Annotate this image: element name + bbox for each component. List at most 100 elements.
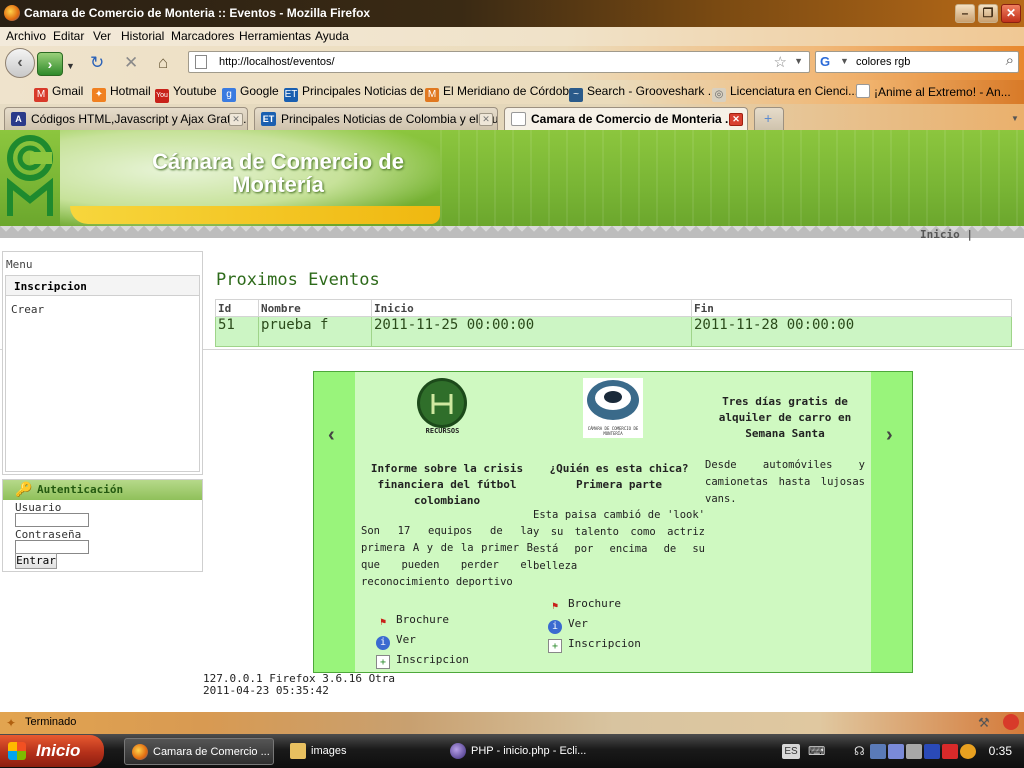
tab-list-dropdown-icon[interactable]: ▼ [1008, 109, 1022, 128]
slide-1-brochure-link[interactable]: ⚑ Brochure [376, 611, 533, 631]
menu-archivo[interactable]: Archivo [6, 29, 46, 43]
carousel-next-arrow-icon[interactable]: › [886, 424, 893, 447]
news-carousel: ‹ › RECURSOS Informe sobre la crisis fin… [313, 371, 913, 673]
bookmark-google[interactable]: g Google [222, 84, 279, 102]
bookmark-gmail[interactable]: M Gmail [34, 84, 83, 102]
firefox-icon [4, 5, 20, 21]
carousel-slide-2[interactable]: CÁMARA DE COMERCIO DE MONTERÍA ¿Quién es… [533, 376, 705, 655]
taskbar-item-eclipse[interactable]: PHP - inicio.php - Ecli... [443, 738, 593, 765]
monitor-icon[interactable] [870, 744, 886, 759]
bookmark-label: Gmail [52, 84, 84, 98]
top-navigation: Inicio | [0, 226, 1024, 241]
search-input[interactable]: colores rgb [856, 56, 910, 68]
table-row[interactable]: 51 prueba f 2011-11-25 00:00:00 2011-11-… [215, 316, 1012, 347]
history-dropdown-icon[interactable]: ▼ [66, 57, 75, 75]
url-dropdown-icon[interactable]: ▼ [794, 56, 803, 66]
bookmark-grooveshark[interactable]: ~ Search - Grooveshark ... [569, 84, 718, 102]
slide-1-ver-link[interactable]: i Ver [376, 631, 533, 651]
google-icon: g [222, 88, 236, 102]
taskbar-item-firefox[interactable]: Camara de Comercio ... [124, 738, 274, 765]
document-add-icon: + [376, 655, 390, 669]
minimize-button[interactable]: – [955, 4, 975, 23]
tab-close-icon[interactable]: ✕ [229, 113, 243, 126]
speaker-icon[interactable] [906, 744, 922, 759]
update-icon[interactable] [960, 744, 976, 759]
taskbar-item-label: images [311, 745, 347, 757]
password-field[interactable] [15, 540, 89, 554]
new-tab-button[interactable]: + [754, 107, 784, 130]
slide-2-brochure-link[interactable]: ⚑ Brochure [548, 595, 705, 615]
language-indicator[interactable]: ES [782, 744, 800, 759]
tray-app-icon[interactable] [888, 744, 904, 759]
browser-statusbar: ✦ Terminado ⚒ [0, 712, 1024, 734]
inicio-link[interactable]: Inicio | [920, 228, 973, 241]
search-icon[interactable]: ⌕ [1006, 52, 1014, 69]
system-tray: ES ⌨ ☊ 0:35 [770, 734, 1024, 768]
menu-marcadores[interactable]: Marcadores [171, 29, 234, 43]
bookmark-star-icon[interactable]: ☆ [774, 53, 787, 71]
addon-icon[interactable]: ⚒ [978, 715, 990, 731]
cell-id: 51 [215, 316, 259, 347]
firebug-icon[interactable] [1003, 714, 1019, 730]
bookmark-anime[interactable]: ¡Anime al Extremo! - An... [856, 84, 1011, 99]
home-icon[interactable]: ⌂ [158, 54, 168, 72]
slide-1-inscripcion-link[interactable]: + Inscripcion [376, 651, 533, 671]
menu-editar[interactable]: Editar [53, 29, 84, 43]
username-field[interactable] [15, 513, 89, 527]
cell-nombre: prueba f [258, 316, 372, 347]
carousel-slide-3[interactable]: Tres días gratis de alquiler de carro en… [705, 394, 865, 508]
search-engine-dropdown-icon[interactable]: ▼ [840, 56, 849, 66]
slide-1-title[interactable]: Informe sobre la crisis financiera del f… [361, 461, 533, 509]
taskbar-item-images[interactable]: images [283, 738, 433, 765]
stop-icon[interactable]: ✕ [124, 54, 138, 72]
carousel-prev-arrow-icon[interactable]: ‹ [328, 424, 335, 447]
bookmark-licenciatura[interactable]: ◎ Licenciatura en Cienci... [712, 84, 858, 102]
auth-header: 🔑 Autenticación [3, 480, 202, 500]
reload-icon[interactable]: ↻ [90, 54, 104, 72]
menu-ver[interactable]: Ver [93, 29, 111, 43]
menu-ayuda[interactable]: Ayuda [315, 29, 349, 43]
slide-2-ver-link[interactable]: i Ver [548, 615, 705, 635]
network-icon[interactable]: ☊ [854, 744, 865, 758]
google-icon[interactable]: G [820, 54, 838, 70]
url-bar[interactable]: http://localhost/eventos/ ☆ ▼ [188, 51, 810, 73]
link-label: Ver [396, 633, 416, 646]
info-icon: i [548, 620, 562, 634]
slide-1-description: Son 17 equipos de la primera A y de la p… [361, 525, 533, 588]
slide-2-inscripcion-link[interactable]: + Inscripcion [548, 635, 705, 655]
bluetooth-icon[interactable] [924, 744, 940, 759]
bookmark-label: ¡Anime al Extremo! - An... [874, 85, 1011, 99]
url-input[interactable]: http://localhost/eventos/ [219, 56, 335, 68]
start-button[interactable]: Inicio [0, 735, 104, 767]
tab-codigos-html[interactable]: A Códigos HTML,Javascript y Ajax Gratuit… [4, 107, 248, 130]
keyboard-icon[interactable]: ⌨ [808, 744, 825, 758]
slide-3-title[interactable]: Tres días gratis de alquiler de carro en… [705, 394, 865, 442]
tab-principales-noticias[interactable]: ET Principales Noticias de Colombia y el… [254, 107, 498, 130]
carousel-slide-1[interactable]: RECURSOS Informe sobre la crisis financi… [361, 376, 533, 671]
bookmark-principales-noticias[interactable]: ET Principales Noticias de ... [284, 84, 437, 102]
camara-logo-text: CÁMARA DE COMERCIO DE MONTERÍA [587, 426, 639, 436]
tab-close-icon[interactable]: ✕ [729, 113, 743, 126]
search-bar[interactable]: G ▼ colores rgb ⌕ [815, 51, 1019, 73]
slide-2-title[interactable]: ¿Quién es esta chica? Primera parte [533, 461, 705, 493]
bookmark-hotmail[interactable]: ✦ Hotmail [92, 84, 151, 102]
login-button[interactable]: Entrar [15, 553, 57, 569]
antivirus-icon[interactable] [942, 744, 958, 759]
tab-camara-comercio[interactable]: Camara de Comercio de Monteria ... ✕ [504, 107, 748, 131]
table-header-row: Id Nombre Inicio Fin [215, 299, 1012, 317]
page-footer: 127.0.0.1 Firefox 3.6.16 Otra 2011-04-23… [203, 673, 395, 697]
sidebar-item-crear[interactable]: Crear [11, 303, 44, 316]
close-button[interactable]: ✕ [1001, 4, 1021, 23]
bookmark-el-meridiano[interactable]: M El Meridiano de Córdob... [425, 84, 579, 102]
tab-close-icon[interactable]: ✕ [479, 113, 493, 126]
sidebar-section-inscripcion[interactable]: Inscripcion [5, 275, 200, 296]
maximize-button[interactable]: ❐ [978, 4, 998, 23]
bookmark-youtube[interactable]: You Youtube [155, 84, 217, 103]
page-icon: ◎ [712, 88, 726, 102]
back-button[interactable]: ‹ [5, 48, 35, 78]
pdf-icon: ⚑ [551, 601, 559, 612]
menu-herramientas[interactable]: Herramientas [239, 29, 311, 43]
forward-button[interactable]: › [37, 52, 63, 76]
menu-historial[interactable]: Historial [121, 29, 164, 43]
cell-inicio: 2011-11-25 00:00:00 [371, 316, 692, 347]
